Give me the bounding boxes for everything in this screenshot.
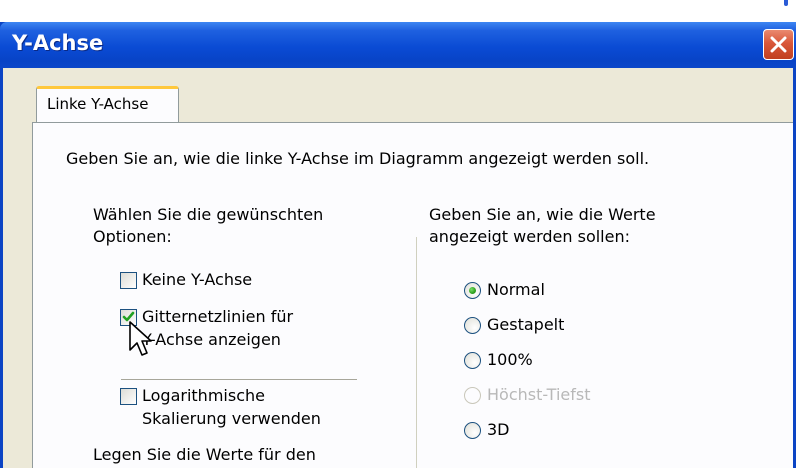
window-title: Y-Achse [12,31,104,55]
gestapelt-label[interactable]: Gestapelt [487,314,564,336]
desktop-background [0,0,796,22]
mouse-pointer-icon [129,321,152,356]
normal-radio[interactable] [464,282,481,299]
left-heading-line1: Wählen Sie die gewünschten [93,205,324,224]
keine-y-achse-label[interactable]: Keine Y-Achse [142,269,252,291]
left-footer-text: Legen Sie die Werte für den [93,445,316,464]
panel-description: Geben Sie an, wie die linke Y-Achse im D… [66,149,650,168]
hoechst-tiefst-radio[interactable] [464,387,481,404]
close-icon [770,36,787,53]
dialog-client-area: Linke Y-Achse [3,68,793,468]
close-button[interactable] [763,29,794,60]
left-heading-line2: Optionen: [93,227,172,246]
3d-radio[interactable] [464,422,481,439]
hoechst-tiefst-label: Höchst-Tiefst [487,385,591,404]
3d-label[interactable]: 3D [487,419,510,441]
gitternetzlinien-label-line2[interactable]: Y-Achse anzeigen [142,329,281,351]
horizontal-divider [121,379,357,380]
logarithmische-label-line1[interactable]: Logarithmische [142,385,265,407]
normal-label[interactable]: Normal [487,279,545,301]
gitternetzlinien-label-line1[interactable]: Gitternetzlinien für [142,306,293,328]
tab-linke-y-achse[interactable]: Linke Y-Achse [36,86,179,123]
gestapelt-radio[interactable] [464,317,481,334]
keine-y-achse-checkbox[interactable] [120,272,137,289]
logarithmische-label-line2[interactable]: Skalierung verwenden [142,408,321,430]
100-percent-radio[interactable] [464,352,481,369]
100-percent-label[interactable]: 100% [487,349,533,371]
vertical-divider [416,237,417,468]
title-bar[interactable]: Y-Achse [0,22,796,68]
right-heading-line2: angezeigt werden sollen: [429,227,630,246]
logarithmische-checkbox[interactable] [120,388,137,405]
background-window-corner [775,0,796,8]
tab-label: Linke Y-Achse [47,95,149,113]
right-heading-line1: Geben Sie an, wie die Werte [429,205,656,224]
